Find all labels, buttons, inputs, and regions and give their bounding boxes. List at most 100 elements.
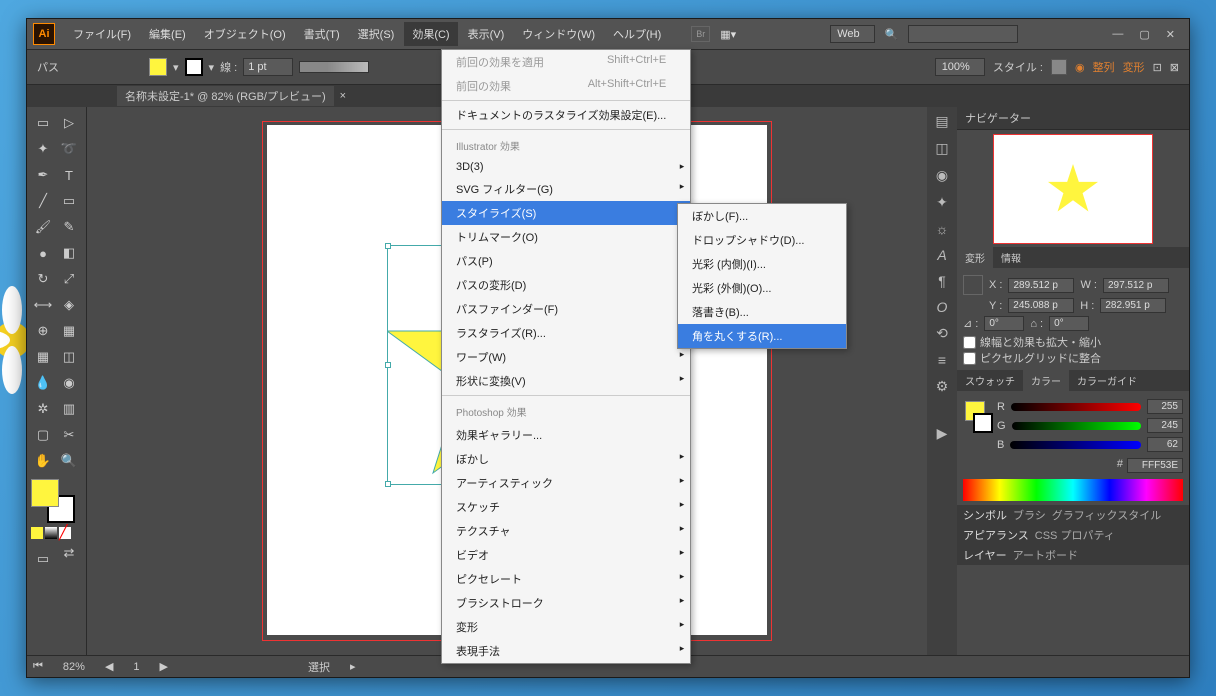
style-swatch[interactable]: [1051, 59, 1067, 75]
submenu-inner-glow[interactable]: 光彩 (内側)(I)...: [678, 252, 846, 276]
color-guide-tab[interactable]: カラーガイド: [1069, 370, 1145, 391]
menu-last-effect[interactable]: 前回の効果Alt+Shift+Ctrl+E: [442, 74, 690, 98]
transform-link[interactable]: 変形: [1123, 59, 1145, 75]
info-tab[interactable]: 情報: [993, 247, 1029, 268]
width-tool[interactable]: ⟷: [31, 293, 55, 317]
menu-type[interactable]: 書式(T): [296, 22, 348, 46]
rectangle-tool[interactable]: ▭: [57, 189, 81, 213]
layers-tab[interactable]: レイヤー: [963, 547, 1007, 563]
free-transform-tool[interactable]: ◈: [57, 293, 81, 317]
stroke-profile[interactable]: [299, 61, 369, 73]
isolate-icon[interactable]: ⊡: [1153, 61, 1162, 74]
color-spectrum[interactable]: [963, 479, 1183, 501]
menu-help[interactable]: ヘルプ(H): [605, 22, 669, 46]
scale-strokes-checkbox[interactable]: 線幅と効果も拡大・縮小: [963, 334, 1183, 350]
zoom-tool[interactable]: 🔍: [57, 449, 81, 473]
bridge-icon[interactable]: Br: [691, 26, 710, 42]
b-slider[interactable]: [1010, 441, 1141, 449]
lasso-tool[interactable]: ➰: [57, 137, 81, 161]
shear-field[interactable]: [1049, 316, 1089, 331]
submenu-round-corners[interactable]: 角を丸くする(R)...: [678, 324, 846, 348]
perspective-tool[interactable]: ▦: [57, 319, 81, 343]
scale-tool[interactable]: ⤢: [57, 267, 81, 291]
navigator-preview[interactable]: [961, 134, 1185, 244]
graphic-styles-tab[interactable]: グラフィックスタイル: [1052, 507, 1161, 523]
fill-swatch[interactable]: [149, 58, 167, 76]
menu-apply-last-effect[interactable]: 前回の効果を適用Shift+Ctrl+E: [442, 50, 690, 74]
menu-svg-filter[interactable]: SVG フィルター(G): [442, 177, 690, 201]
color-mode-gradient[interactable]: [45, 527, 57, 539]
line-tool[interactable]: ╱: [31, 189, 55, 213]
stroke-dropdown-icon[interactable]: ▾: [209, 61, 215, 74]
clip-icon[interactable]: ⊠: [1170, 61, 1179, 74]
brushes-tab[interactable]: ブラシ: [1013, 507, 1046, 523]
menu-warp[interactable]: ワープ(W): [442, 345, 690, 369]
b-field[interactable]: [1147, 437, 1183, 452]
paintbrush-tool[interactable]: 🖌: [31, 215, 55, 239]
direct-selection-tool[interactable]: ▷: [57, 111, 81, 135]
menu-effect[interactable]: 効果(C): [404, 22, 457, 46]
panel-icon-actions[interactable]: ≡: [938, 352, 946, 368]
panel-icon-type[interactable]: A: [937, 247, 946, 263]
document-tab-close[interactable]: ×: [340, 90, 346, 102]
eraser-tool[interactable]: ◧: [57, 241, 81, 265]
status-nav-prev-icon[interactable]: ◀: [105, 660, 113, 673]
menu-rasterize-settings[interactable]: ドキュメントのラスタライズ効果設定(E)...: [442, 103, 690, 127]
blob-brush-tool[interactable]: ●: [31, 241, 55, 265]
fill-dropdown-icon[interactable]: ▾: [173, 61, 179, 74]
menu-pixelate[interactable]: ピクセレート: [442, 567, 690, 591]
type-tool[interactable]: T: [57, 163, 81, 187]
menu-video[interactable]: ビデオ: [442, 543, 690, 567]
menu-edit[interactable]: 編集(E): [141, 22, 194, 46]
swatches-tab[interactable]: スウォッチ: [957, 370, 1023, 391]
angle-field[interactable]: [984, 316, 1024, 331]
recolor-icon[interactable]: ◉: [1075, 61, 1085, 74]
status-nav-first-icon[interactable]: ⏮: [33, 660, 43, 673]
selection-tool[interactable]: ▭: [31, 111, 55, 135]
panel-icon-2[interactable]: ◫: [935, 140, 948, 157]
menu-stylize[interactable]: スタイライズ(S): [442, 201, 690, 225]
workspace-selector[interactable]: Web: [830, 25, 874, 43]
panel-icon-4[interactable]: ✦: [936, 194, 948, 211]
pixel-grid-checkbox[interactable]: ピクセルグリッドに整合: [963, 350, 1183, 366]
menu-view[interactable]: 表示(V): [460, 22, 513, 46]
status-nav-next-icon[interactable]: ▶: [160, 660, 168, 673]
panel-icon-link[interactable]: ⟲: [936, 325, 948, 342]
appearance-tab[interactable]: アピアランス: [963, 527, 1029, 543]
blend-tool[interactable]: ◉: [57, 371, 81, 395]
r-field[interactable]: [1147, 399, 1183, 414]
close-button[interactable]: ✕: [1166, 28, 1175, 41]
submenu-outer-glow[interactable]: 光彩 (外側)(O)...: [678, 276, 846, 300]
submenu-feather[interactable]: ぼかし(F)...: [678, 204, 846, 228]
document-tab[interactable]: 名称未設定-1* @ 82% (RGB/プレビュー): [117, 86, 334, 106]
status-mode-dropdown-icon[interactable]: ▸: [350, 660, 356, 673]
color-mode-solid[interactable]: [31, 527, 43, 539]
panel-icon-paragraph[interactable]: ¶: [938, 273, 946, 289]
mesh-tool[interactable]: ▦: [31, 345, 55, 369]
align-link[interactable]: 整列: [1093, 59, 1115, 75]
transform-tab[interactable]: 変形: [957, 247, 993, 268]
menu-file[interactable]: ファイル(F): [65, 22, 139, 46]
menu-window[interactable]: ウィンドウ(W): [514, 22, 603, 46]
graph-tool[interactable]: ▥: [57, 397, 81, 421]
screen-mode-normal[interactable]: ▭: [31, 547, 55, 571]
artboard-tool[interactable]: ▢: [31, 423, 55, 447]
stroke-weight-field[interactable]: [243, 58, 293, 76]
shape-builder-tool[interactable]: ⊕: [31, 319, 55, 343]
color-stroke-proxy[interactable]: [973, 413, 993, 433]
rotate-tool[interactable]: ↻: [31, 267, 55, 291]
y-field[interactable]: [1008, 298, 1074, 313]
panel-icon-glyph[interactable]: O: [937, 299, 948, 315]
panel-icon-play[interactable]: ▶: [937, 425, 948, 442]
panel-icon-1[interactable]: ▤: [935, 113, 948, 130]
arrange-icon[interactable]: ▦▾: [720, 28, 736, 41]
g-slider[interactable]: [1012, 422, 1141, 430]
menu-effect-gallery[interactable]: 効果ギャラリー...: [442, 423, 690, 447]
maximize-button[interactable]: ▢: [1139, 28, 1149, 41]
menu-select[interactable]: 選択(S): [350, 22, 403, 46]
slice-tool[interactable]: ✂: [57, 423, 81, 447]
menu-pathfinder[interactable]: パスファインダー(F): [442, 297, 690, 321]
panel-icon-3[interactable]: ◉: [936, 167, 948, 184]
g-field[interactable]: [1147, 418, 1183, 433]
status-page[interactable]: 1: [133, 661, 139, 673]
